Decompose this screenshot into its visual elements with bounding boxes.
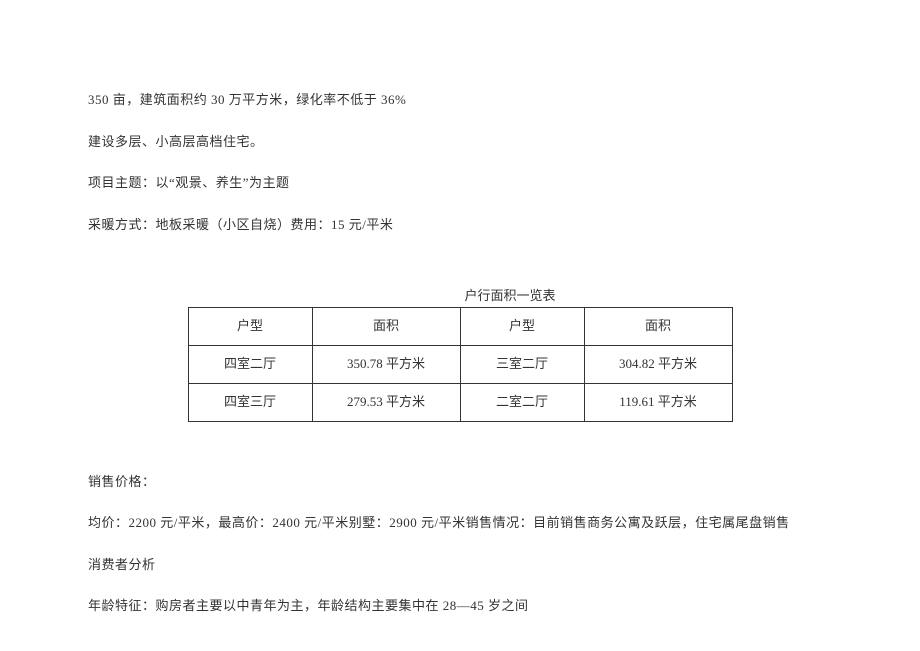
unit-area-table: 户型 面积 户型 面积 四室二厅 350.78 平方米 三室二厅 304.82 … xyxy=(188,307,733,422)
table-cell: 304.82 平方米 xyxy=(584,345,732,383)
table-row: 四室三厅 279.53 平方米 二室二厅 119.61 平方米 xyxy=(188,383,732,421)
table-header-cell: 户型 xyxy=(460,307,584,345)
table-header-cell: 户型 xyxy=(188,307,312,345)
table-cell: 350.78 平方米 xyxy=(312,345,460,383)
table-cell: 四室三厅 xyxy=(188,383,312,421)
table-cell: 二室二厅 xyxy=(460,383,584,421)
table-cell: 三室二厅 xyxy=(460,345,584,383)
paragraph-price-label: 销售价格： xyxy=(88,472,832,492)
unit-area-table-wrap: 户型 面积 户型 面积 四室二厅 350.78 平方米 三室二厅 304.82 … xyxy=(88,307,832,422)
paragraph-price-detail: 均价：2200 元/平米，最高价：2400 元/平米别墅：2900 元/平米销售… xyxy=(88,513,832,533)
table-title: 户行面积一览表 xyxy=(188,286,832,306)
table-header-row: 户型 面积 户型 面积 xyxy=(188,307,732,345)
table-row: 四室二厅 350.78 平方米 三室二厅 304.82 平方米 xyxy=(188,345,732,383)
paragraph-age-characteristic: 年龄特征：购房者主要以中青年为主，年龄结构主要集中在 28—45 岁之间 xyxy=(88,596,832,616)
paragraph-consumer-analysis: 消费者分析 xyxy=(88,555,832,575)
paragraph-heating: 采暖方式：地板采暖（小区自烧）费用：15 元/平米 xyxy=(88,215,832,235)
table-cell: 四室二厅 xyxy=(188,345,312,383)
paragraph-theme: 项目主题：以“观景、养生”为主题 xyxy=(88,173,832,193)
table-cell: 119.61 平方米 xyxy=(584,383,732,421)
paragraph-land-area: 350 亩，建筑面积约 30 万平方米，绿化率不低于 36% xyxy=(88,90,832,110)
table-cell: 279.53 平方米 xyxy=(312,383,460,421)
table-header-cell: 面积 xyxy=(584,307,732,345)
table-header-cell: 面积 xyxy=(312,307,460,345)
paragraph-building-type: 建设多层、小高层高档住宅。 xyxy=(88,132,832,152)
